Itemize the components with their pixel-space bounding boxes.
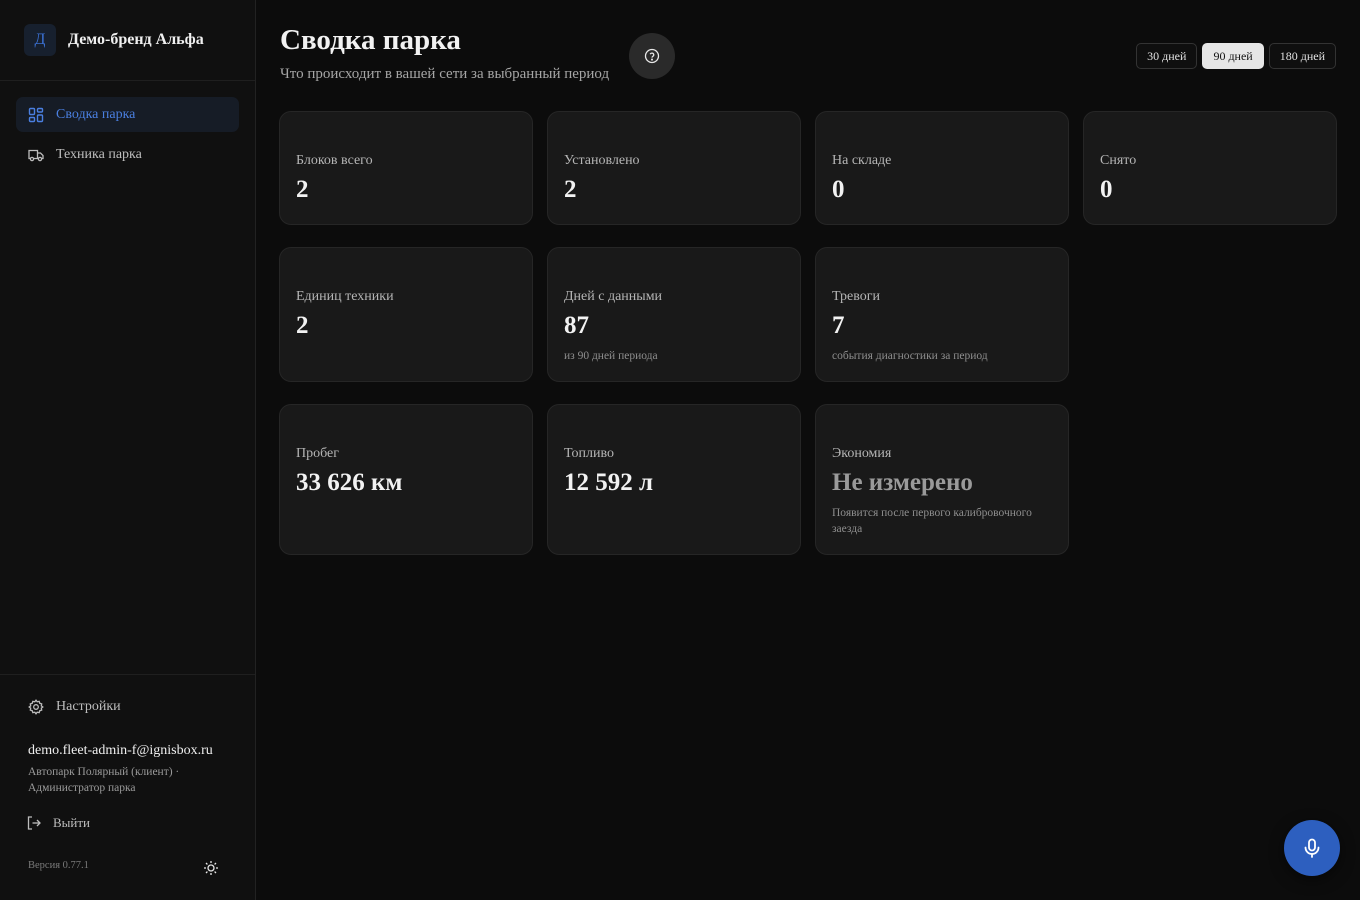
stat-note: события диагностики за период (832, 350, 988, 362)
stat-card-mileage: Пробег 33 626 км (279, 404, 533, 555)
sidebar-item-settings[interactable]: Настройки (28, 699, 121, 715)
stat-label: Блоков всего (296, 153, 373, 168)
stat-label: Экономия (832, 446, 892, 461)
brand-header: Д Демо-бренд Альфа (0, 0, 255, 81)
stat-label: Дней с данными (564, 289, 663, 304)
sidebar: Д Демо-бренд Альфа Сводка парка Техника … (0, 0, 256, 900)
period-180-days-button[interactable]: 180 дней (1268, 43, 1336, 69)
page-subtitle: Что происходит в вашей сети за выбранный… (280, 66, 610, 82)
sidebar-item-label: Сводка парка (56, 106, 136, 122)
stat-card-fuel: Топливо 12 592 л (547, 404, 801, 555)
help-button[interactable] (629, 33, 675, 79)
user-email: demo.fleet-admin-f@ignisbox.ru (28, 743, 213, 758)
main-content: Сводка парка Что происходит в вашей сети… (256, 0, 1360, 900)
stat-value: 12 592 л (564, 469, 654, 496)
stat-label: Снято (1100, 153, 1137, 168)
sidebar-nav: Сводка парка Техника парка (0, 81, 255, 172)
microphone-icon (1301, 837, 1323, 859)
period-90-days-button[interactable]: 90 дней (1202, 43, 1264, 69)
stat-value: 33 626 км (296, 469, 403, 496)
stat-label: Топливо (564, 446, 614, 461)
logout-label: Выйти (53, 815, 91, 830)
stat-value: 0 (1100, 176, 1113, 203)
stat-card-vehicles: Единиц техники 2 (279, 247, 533, 382)
sidebar-item-fleet-summary[interactable]: Сводка парка (16, 97, 239, 132)
stat-card-days-with-data: Дней с данными 87 из 90 дней периода (547, 247, 801, 382)
stat-label: Пробег (296, 446, 340, 461)
user-organization: Автопарк Полярный (клиент) · Администрат… (28, 766, 180, 794)
stat-card-installed: Установлено 2 (547, 111, 801, 225)
stat-card-removed: Снято 0 (1083, 111, 1337, 225)
sun-icon (203, 860, 219, 876)
theme-toggle-button[interactable] (201, 858, 221, 878)
brand-logo: Д (24, 24, 56, 56)
stat-value: Не измерено (832, 469, 973, 496)
stat-value: 2 (564, 176, 577, 203)
sidebar-item-label: Техника парка (56, 146, 142, 162)
app-version: Версия 0.77.1 (28, 860, 89, 871)
stat-card-blocks-total: Блоков всего 2 (279, 111, 533, 225)
stat-card-in-stock: На складе 0 (815, 111, 1069, 225)
stat-value: 2 (296, 312, 309, 339)
stat-label: Тревоги (832, 289, 880, 304)
logout-button[interactable]: Выйти (26, 815, 90, 831)
help-icon (644, 48, 660, 64)
stat-value: 0 (832, 176, 845, 203)
gear-icon (28, 699, 44, 715)
period-selector: 30 дней 90 дней 180 дней (1136, 43, 1336, 69)
truck-icon (28, 147, 44, 163)
stat-note: из 90 дней периода (564, 350, 658, 362)
stat-label: На складе (832, 153, 892, 168)
stat-value: 7 (832, 312, 845, 339)
sidebar-footer: Настройки demo.fleet-admin-f@ignisbox.ru… (0, 674, 255, 900)
stat-label: Единиц техники (296, 289, 394, 304)
stat-value: 87 (564, 312, 589, 339)
brand-name: Демо-бренд Альфа (68, 31, 204, 48)
settings-label: Настройки (56, 699, 121, 714)
stat-note: Появится после первого калибровочного за… (832, 507, 1032, 535)
stat-value: 2 (296, 176, 309, 203)
voice-assistant-button[interactable] (1284, 820, 1340, 876)
period-30-days-button[interactable]: 30 дней (1136, 43, 1198, 69)
logout-icon (26, 815, 42, 831)
stat-card-savings: Экономия Не измерено Появится после перв… (815, 404, 1069, 555)
dashboard-grid-icon (28, 107, 44, 123)
page-title: Сводка парка (280, 24, 461, 56)
stat-card-alarms: Тревоги 7 события диагностики за период (815, 247, 1069, 382)
sidebar-item-fleet-vehicles[interactable]: Техника парка (16, 137, 239, 172)
stat-label: Установлено (564, 153, 640, 168)
